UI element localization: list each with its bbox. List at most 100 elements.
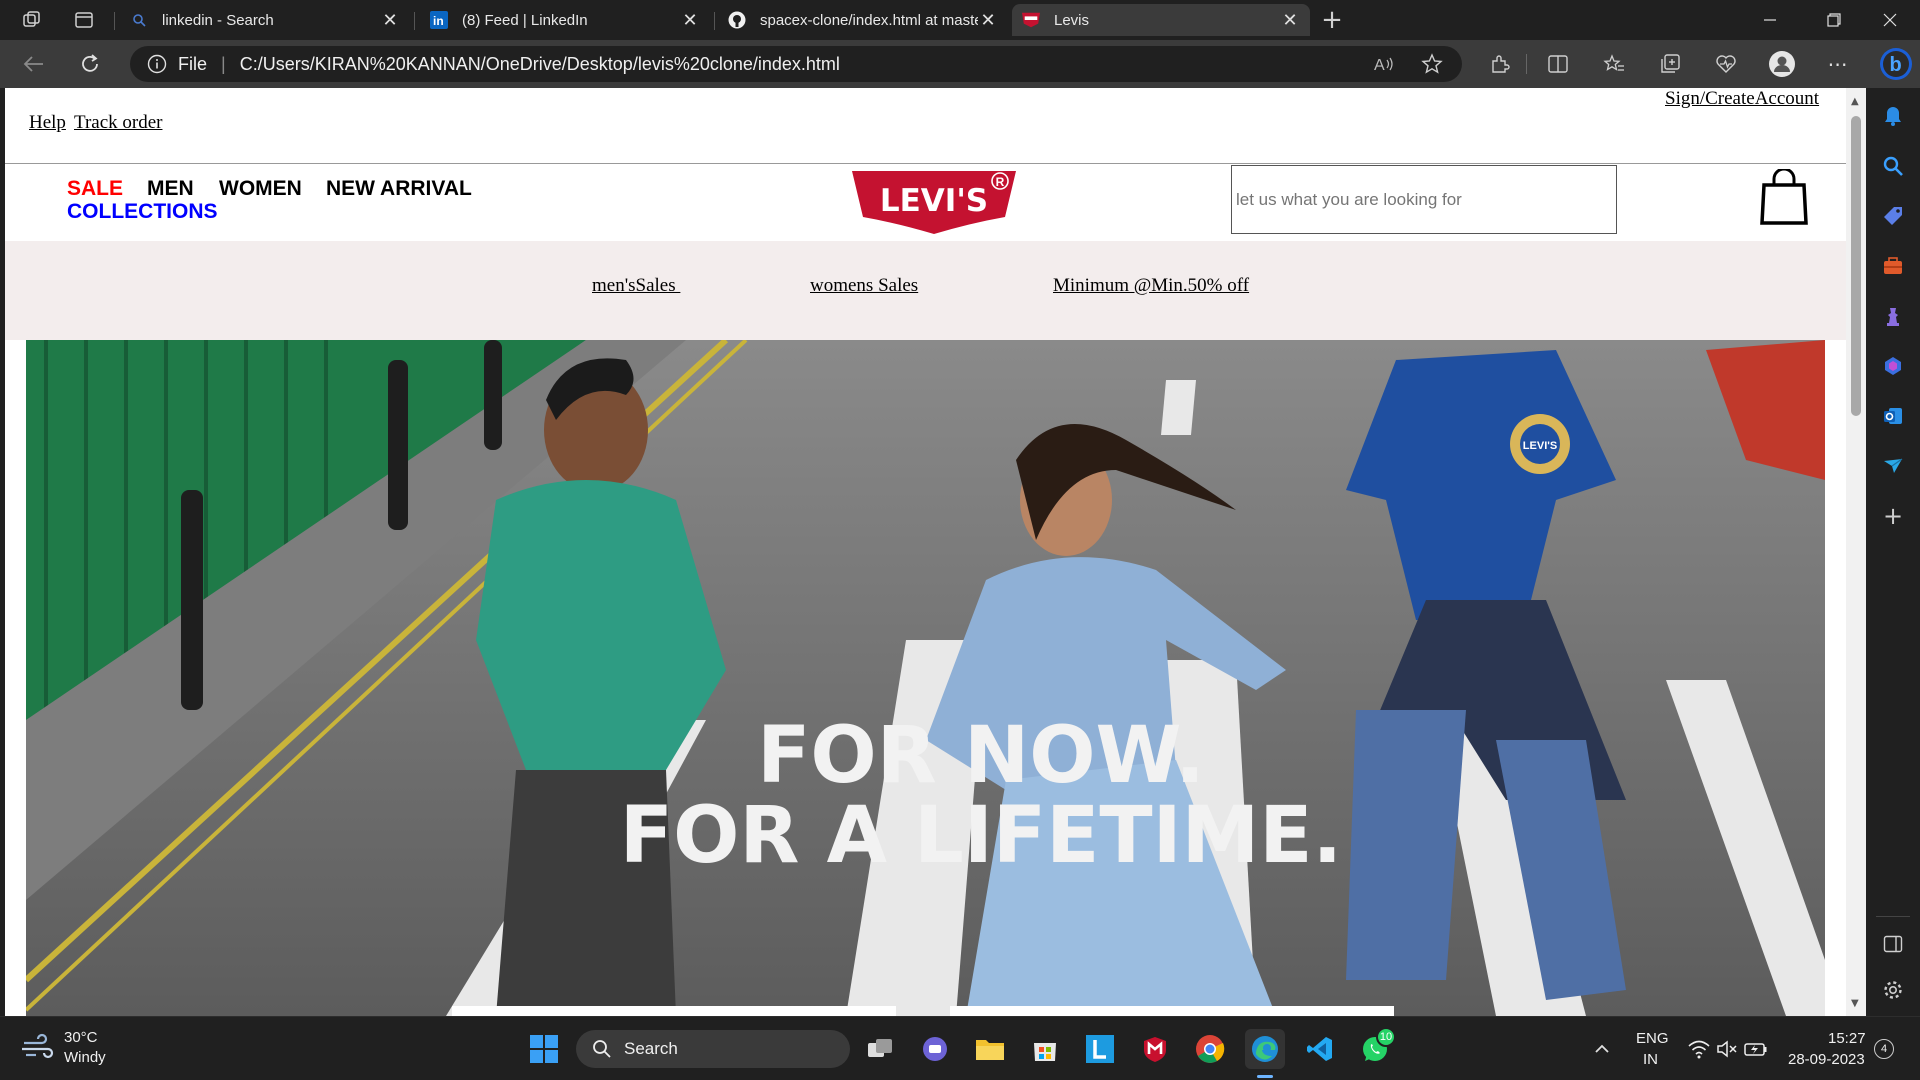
chevron-up-icon[interactable] bbox=[1590, 1037, 1614, 1061]
scroll-down-icon[interactable]: ▼ bbox=[1851, 998, 1859, 1009]
language-bottom[interactable]: IN bbox=[1643, 1051, 1658, 1068]
tab-linkedin-search[interactable]: linkedin - Search ✕ bbox=[120, 4, 410, 36]
nav-sale[interactable]: SALE bbox=[67, 177, 123, 201]
main-nav: SALE MEN WOMEN NEW ARRIVAL COLLECTIONS L… bbox=[5, 165, 1846, 241]
hero-button-left[interactable] bbox=[452, 1006, 896, 1016]
mcafee-icon[interactable] bbox=[1135, 1029, 1175, 1069]
profile-avatar-icon[interactable] bbox=[1766, 48, 1798, 80]
sign-in-link[interactable]: Sign/CreateAccount bbox=[1665, 88, 1819, 110]
notification-count-badge[interactable]: 4 bbox=[1874, 1039, 1894, 1059]
browser-essentials-icon[interactable] bbox=[1710, 48, 1742, 80]
favorite-star-icon[interactable] bbox=[1416, 48, 1448, 80]
scroll-up-icon[interactable]: ▲ bbox=[1851, 96, 1859, 107]
top-links-bar: Help Track order Sign/CreateAccount bbox=[5, 88, 1846, 164]
games-chess-icon[interactable] bbox=[1877, 300, 1909, 332]
tab-actions-icon[interactable] bbox=[66, 2, 102, 38]
wifi-icon[interactable] bbox=[1688, 1039, 1710, 1059]
nav-women[interactable]: WOMEN bbox=[219, 177, 302, 201]
window-close-icon[interactable] bbox=[1872, 2, 1908, 38]
tab-linkedin-feed[interactable]: in (8) Feed | LinkedIn ✕ bbox=[420, 4, 710, 36]
womens-sales-link[interactable]: womens Sales bbox=[810, 275, 918, 297]
clock-date[interactable]: 28-09-2023 bbox=[1788, 1051, 1865, 1068]
vscode-icon[interactable] bbox=[1300, 1029, 1340, 1069]
close-icon[interactable]: ✕ bbox=[978, 10, 998, 31]
l-app-icon[interactable] bbox=[1080, 1029, 1120, 1069]
shopping-tag-icon[interactable] bbox=[1877, 200, 1909, 232]
teams-chat-icon[interactable] bbox=[915, 1029, 955, 1069]
address-url[interactable]: C:/Users/KIRAN%20KANNAN/OneDrive/Desktop… bbox=[240, 54, 840, 75]
github-icon bbox=[728, 11, 746, 29]
help-link[interactable]: Help bbox=[29, 112, 66, 134]
address-bar[interactable]: File | C:/Users/KIRAN%20KANNAN/OneDrive/… bbox=[130, 46, 1462, 82]
clock-time[interactable]: 15:27 bbox=[1828, 1030, 1866, 1047]
chrome-icon[interactable] bbox=[1190, 1029, 1230, 1069]
new-tab-plus-icon[interactable]: + bbox=[1314, 2, 1350, 38]
hero-banner[interactable]: LEVI'S FOR NOW. FOR A LIFETIME. bbox=[26, 340, 1825, 1016]
split-screen-icon[interactable] bbox=[1542, 48, 1574, 80]
tab-github[interactable]: spacex-clone/index.html at master ✕ bbox=[718, 4, 1008, 36]
refresh-icon[interactable] bbox=[74, 48, 106, 80]
levis-favicon bbox=[1022, 11, 1040, 29]
weather-windy-icon[interactable] bbox=[20, 1033, 56, 1063]
language-top[interactable]: ENG bbox=[1636, 1030, 1669, 1047]
nav-men[interactable]: MEN bbox=[147, 177, 194, 201]
hero-headline-line1: FOR NOW. bbox=[757, 711, 1205, 801]
tab-title: (8) Feed | LinkedIn bbox=[462, 11, 588, 29]
microsoft-365-icon[interactable] bbox=[1877, 350, 1909, 382]
microsoft-store-icon[interactable] bbox=[1025, 1029, 1065, 1069]
favorites-list-icon[interactable] bbox=[1598, 48, 1630, 80]
address-prefix: File bbox=[178, 53, 208, 74]
hide-sidebar-icon[interactable] bbox=[1877, 928, 1909, 960]
nav-new-arrival[interactable]: NEW ARRIVAL bbox=[326, 177, 472, 201]
workspaces-icon[interactable] bbox=[14, 2, 50, 38]
start-windows-icon[interactable] bbox=[524, 1029, 564, 1069]
sales-links-strip: men'sSales womens Sales Minimum @Min.50%… bbox=[5, 241, 1846, 340]
task-view-icon[interactable] bbox=[860, 1029, 900, 1069]
mens-sales-link[interactable]: men'sSales bbox=[592, 275, 680, 297]
whatsapp-badge: 10 bbox=[1376, 1027, 1396, 1047]
settings-gear-icon[interactable] bbox=[1877, 974, 1909, 1006]
levis-logo[interactable]: LEVI'S R bbox=[850, 171, 1020, 235]
close-icon[interactable]: ✕ bbox=[380, 10, 400, 31]
address-divider: | bbox=[221, 53, 226, 74]
back-arrow-icon[interactable] bbox=[18, 48, 50, 80]
bing-copilot-icon[interactable]: b bbox=[1878, 46, 1914, 82]
tools-briefcase-icon[interactable] bbox=[1877, 250, 1909, 282]
toolbar-divider bbox=[1526, 54, 1527, 74]
drop-send-icon[interactable] bbox=[1877, 450, 1909, 482]
svg-text:A: A bbox=[1374, 57, 1385, 74]
minimum-offer-link[interactable]: Minimum @Min.50% off bbox=[1053, 275, 1249, 297]
more-options-icon[interactable]: ⋯ bbox=[1822, 48, 1854, 80]
nav-collections[interactable]: COLLECTIONS bbox=[67, 200, 218, 224]
restore-icon[interactable] bbox=[1816, 2, 1852, 38]
extensions-icon[interactable] bbox=[1484, 48, 1516, 80]
minimize-icon[interactable] bbox=[1752, 2, 1788, 38]
weather-temp: 30°C bbox=[64, 1029, 98, 1046]
tab-levis[interactable]: Levis ✕ bbox=[1012, 4, 1310, 36]
address-toolbar: File | C:/Users/KIRAN%20KANNAN/OneDrive/… bbox=[0, 40, 1920, 88]
collections-icon[interactable] bbox=[1654, 48, 1686, 80]
outlook-icon[interactable] bbox=[1877, 400, 1909, 432]
notification-bell-icon[interactable] bbox=[1877, 100, 1909, 132]
track-order-link[interactable]: Track order bbox=[74, 112, 162, 134]
volume-muted-icon[interactable] bbox=[1716, 1039, 1738, 1059]
search-input[interactable] bbox=[1231, 165, 1617, 234]
close-icon[interactable]: ✕ bbox=[680, 10, 700, 31]
read-aloud-icon[interactable]: A bbox=[1368, 48, 1400, 80]
search-icon[interactable] bbox=[1877, 150, 1909, 182]
file-explorer-icon[interactable] bbox=[970, 1029, 1010, 1069]
tab-title: linkedin - Search bbox=[162, 11, 274, 29]
shopping-bag-icon[interactable] bbox=[1760, 167, 1808, 225]
taskbar-search-box[interactable]: Search bbox=[576, 1030, 850, 1068]
close-icon[interactable]: ✕ bbox=[1280, 10, 1300, 31]
page-scrollbar[interactable]: ▲ ▼ bbox=[1846, 88, 1866, 1016]
add-plus-icon[interactable]: + bbox=[1877, 500, 1909, 532]
scrollbar-thumb[interactable] bbox=[1851, 116, 1861, 416]
battery-charging-icon[interactable] bbox=[1744, 1039, 1768, 1059]
hero-headline-line2: FOR A LIFETIME. bbox=[620, 791, 1342, 881]
taskbar-search-label: Search bbox=[624, 1039, 678, 1058]
hero-button-right[interactable] bbox=[950, 1006, 1394, 1016]
info-icon[interactable] bbox=[146, 53, 168, 75]
edge-icon[interactable] bbox=[1245, 1029, 1285, 1069]
active-app-indicator bbox=[1257, 1075, 1273, 1078]
